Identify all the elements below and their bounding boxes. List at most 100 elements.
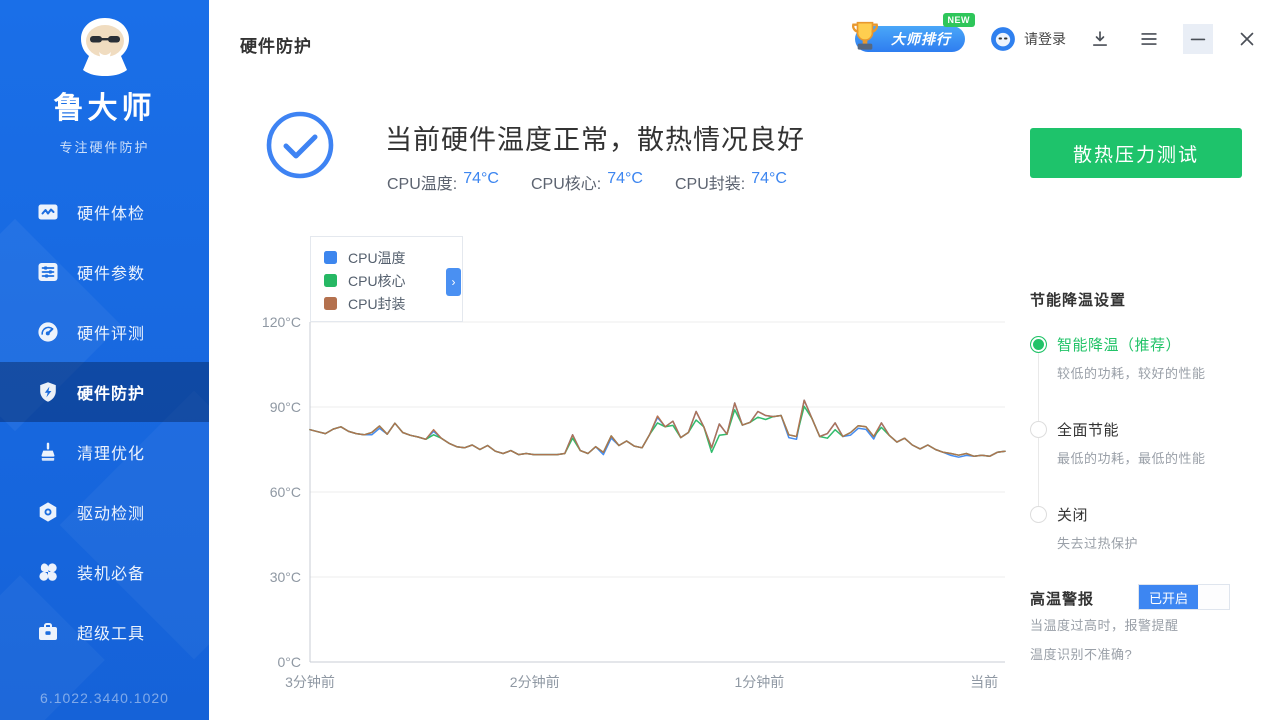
metric-value: 74°C [607,170,643,194]
sidebar-item-6[interactable]: 驱动检测 [0,482,209,542]
legend-label: CPU核心 [348,271,406,291]
sidebar-item-label: 装机必备 [77,560,145,584]
cooling-option-radio-row[interactable]: 智能降温（推荐） [1030,334,1260,355]
cpu-metric-1: CPU温度:74°C [387,170,499,194]
brand-logo: 鲁大师 专注硬件防护 [0,0,209,156]
page-title: 硬件防护 [240,32,312,57]
minimize-button[interactable] [1183,24,1213,54]
gauge-icon [36,320,60,344]
app-window: 鲁大师 专注硬件防护 硬件体检硬件参数硬件评测硬件防护清理优化驱动检测装机必备超… [0,0,1280,720]
sidebar-item-label: 硬件参数 [77,260,145,284]
brand-tagline: 专注硬件防护 [0,137,209,156]
mascot-icon [66,14,144,76]
sidebar-item-5[interactable]: 清理优化 [0,422,209,482]
sidebar-item-label: 驱动检测 [77,500,145,524]
legend-item-3[interactable]: CPU封装 [324,292,462,315]
cooling-option-label: 智能降温（推荐） [1057,334,1181,355]
cooling-option-desc: 较低的功耗，较好的性能 [1057,363,1260,382]
legend-label: CPU温度 [348,248,406,268]
metric-label: CPU核心: [531,170,601,194]
shield-bolt-icon [36,380,60,404]
legend-swatch [324,251,337,264]
svg-text:3分钟前: 3分钟前 [285,674,335,690]
sidebar: 鲁大师 专注硬件防护 硬件体检硬件参数硬件评测硬件防护清理优化驱动检测装机必备超… [0,0,209,720]
svg-text:当前: 当前 [970,674,998,690]
minimize-icon [1187,28,1209,50]
svg-text:30°C: 30°C [270,569,301,585]
status-ok-check-icon [265,110,335,180]
sidebar-item-label: 硬件评测 [77,320,145,344]
svg-text:0°C: 0°C [278,654,302,670]
clover-icon [36,560,60,584]
svg-text:120°C: 120°C [262,314,301,330]
chart-legend: CPU温度 CPU核心 CPU封装 › [310,236,463,322]
svg-text:1分钟前: 1分钟前 [735,674,785,690]
hamburger-menu-icon [1138,28,1160,50]
alarm-toggle-off-area [1198,585,1229,609]
master-ranking-badge[interactable]: 大师排行 NEW [855,26,965,52]
toolbox-icon [36,620,60,644]
metric-value: 74°C [463,170,499,194]
alarm-toggle[interactable]: 已开启 [1138,584,1230,610]
monitor-wave-icon [36,200,60,224]
svg-text:60°C: 60°C [270,484,301,500]
cooling-option-1: 智能降温（推荐） 较低的功耗，较好的性能 [1030,334,1260,382]
svg-text:2分钟前: 2分钟前 [510,674,560,690]
alarm-toggle-on-label: 已开启 [1139,585,1198,609]
legend-swatch [324,297,337,310]
main-menu-button[interactable] [1134,24,1164,54]
cooling-option-3: 关闭失去过热保护 [1030,504,1260,552]
alarm-description: 当温度过高时，报警提醒 [1030,615,1179,634]
metric-value: 74°C [751,170,787,194]
cooling-option-2: 全面节能最低的功耗，最低的性能 [1030,419,1260,467]
login-entry[interactable]: 请登录 [990,26,1066,52]
legend-item-2[interactable]: CPU核心 [324,269,462,292]
cooling-option-radio-row[interactable]: 全面节能 [1030,419,1260,440]
download-icon [1089,28,1111,50]
metric-label: CPU温度: [387,170,457,194]
sidebar-item-1[interactable]: 硬件体检 [0,182,209,242]
cooling-settings-title: 节能降温设置 [1030,289,1126,310]
cooling-option-desc: 最低的功耗，最低的性能 [1057,448,1260,467]
sidebar-item-2[interactable]: 硬件参数 [0,242,209,302]
cpu-metrics: CPU温度:74°CCPU核心:74°CCPU封装:74°C [387,170,787,194]
cooling-option-label: 关闭 [1057,504,1088,525]
sidebar-item-8[interactable]: 超级工具 [0,602,209,662]
app-version: 6.1022.3440.1020 [0,690,209,706]
broom-icon [36,440,60,464]
radio-button[interactable] [1030,506,1047,523]
sidebar-item-3[interactable]: 硬件评测 [0,302,209,362]
metric-label: CPU封装: [675,170,745,194]
legend-label: CPU封装 [348,294,406,314]
master-ranking-label: 大师排行 [891,29,951,49]
legend-expand-tab[interactable]: › [446,268,461,296]
trophy-icon [845,16,885,61]
login-label: 请登录 [1024,29,1066,49]
sidebar-item-4[interactable]: 硬件防护 [0,362,209,422]
avatar-icon [990,26,1016,52]
heat-stress-test-button[interactable]: 散热压力测试 [1030,128,1242,178]
high-temp-alarm-title: 高温警报 [1030,588,1094,609]
sliders-icon [36,260,60,284]
sidebar-menu: 硬件体检硬件参数硬件评测硬件防护清理优化驱动检测装机必备超级工具 [0,182,209,662]
temp-accuracy-question-link[interactable]: 温度识别不准确? [1030,644,1132,663]
legend-item-1[interactable]: CPU温度 [324,246,462,269]
nut-icon [36,500,60,524]
sidebar-item-label: 硬件体检 [77,200,145,224]
legend-swatch [324,274,337,287]
close-icon [1236,28,1258,50]
temperature-chart: CPU温度CPU核心CPU封装 › 0°C30°C60°C90°C120°C3分… [240,225,1030,705]
cooling-option-label: 全面节能 [1057,419,1119,440]
titlebar-actions: 大师排行 NEW 请登录 [855,24,1262,54]
close-button[interactable] [1232,24,1262,54]
sidebar-item-7[interactable]: 装机必备 [0,542,209,602]
sidebar-item-label: 清理优化 [77,440,145,464]
cooling-option-desc: 失去过热保护 [1057,533,1260,552]
brand-name: 鲁大师 [0,83,209,127]
cooling-option-radio-row[interactable]: 关闭 [1030,504,1260,525]
sidebar-item-label: 硬件防护 [77,380,145,404]
download-button[interactable] [1085,24,1115,54]
status-headline: 当前硬件温度正常，散热情况良好 [385,118,805,157]
radio-button[interactable] [1030,421,1047,438]
radio-button[interactable] [1030,336,1047,353]
